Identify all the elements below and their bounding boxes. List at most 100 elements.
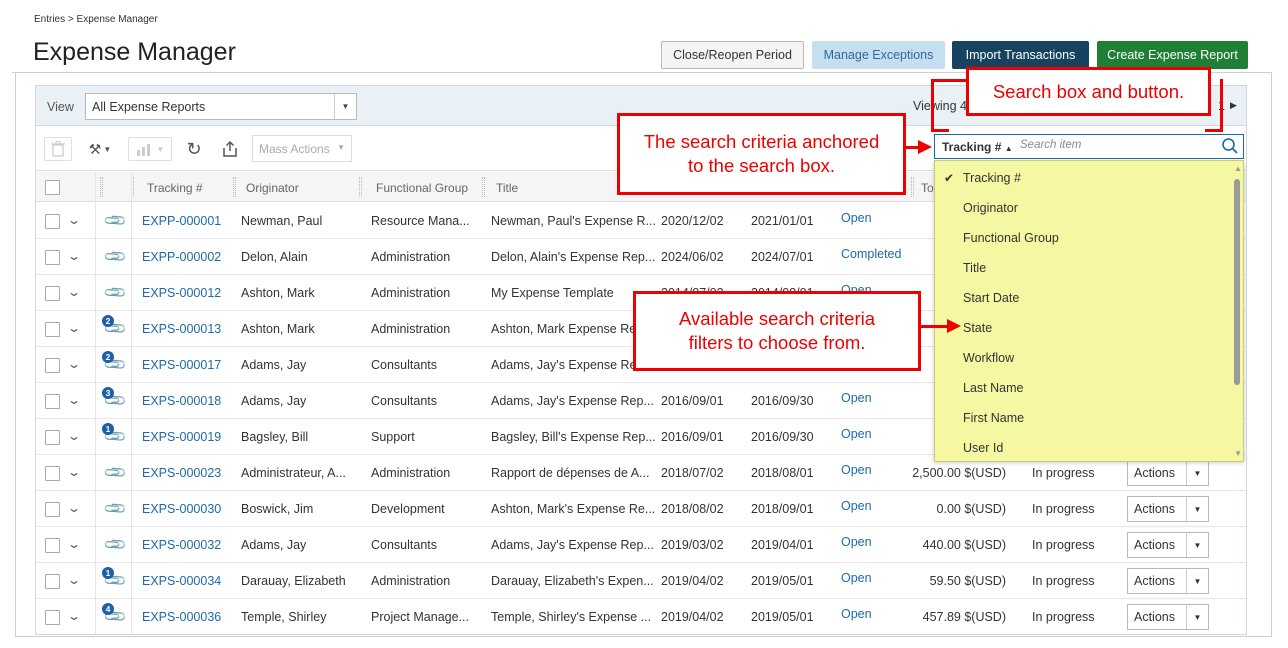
state-link[interactable]: Open — [841, 391, 872, 405]
search-criteria-option[interactable]: Originator — [963, 201, 1018, 215]
tracking-link[interactable]: EXPS-000034 — [142, 574, 222, 588]
caret-down-icon[interactable]: ▼ — [1186, 497, 1208, 521]
column-resize-handle[interactable] — [233, 177, 236, 197]
paperclip-icon[interactable]: 📎 — [102, 532, 128, 557]
column-header-tracking[interactable]: Tracking # — [147, 181, 203, 195]
tracking-link[interactable]: EXPS-000036 — [142, 610, 222, 624]
row-checkbox[interactable] — [45, 214, 60, 229]
paperclip-icon[interactable]: 📎 — [102, 244, 128, 269]
table-row[interactable]: ⌄ 📎 4 EXPS-000036 Temple, Shirley Project Man… — [36, 599, 1246, 634]
search-criteria-option[interactable]: Start Date — [963, 291, 1019, 305]
close-reopen-period-button[interactable]: Close/Reopen Period — [661, 41, 804, 69]
table-row[interactable]: ⌄ 📎 1 EXPS-000034 Darauay, Elizabeth Administ… — [36, 563, 1246, 599]
chevron-down-icon[interactable]: ⌄ — [67, 321, 81, 335]
state-link[interactable]: Open — [841, 427, 872, 441]
chevron-down-icon[interactable]: ⌄ — [67, 573, 81, 587]
table-row[interactable]: ⌄ 📎 EXPS-000030 Boswick, Jim Development Asht… — [36, 491, 1246, 527]
column-resize-handle[interactable] — [482, 177, 485, 197]
import-transactions-button[interactable]: Import Transactions — [952, 41, 1089, 69]
next-page-icon[interactable]: ▶ — [1230, 100, 1237, 111]
column-header-total[interactable]: To — [921, 181, 934, 195]
actions-dropdown[interactable]: Actions ▼ — [1127, 568, 1209, 594]
chevron-down-icon[interactable]: ⌄ — [67, 249, 81, 263]
tracking-link[interactable]: EXPS-000018 — [142, 394, 222, 408]
chevron-down-icon[interactable]: ⌄ — [67, 465, 81, 479]
state-link[interactable]: Open — [841, 211, 872, 225]
manage-exceptions-button[interactable]: Manage Exceptions — [812, 41, 945, 69]
search-icon[interactable] — [1221, 137, 1239, 155]
tracking-link[interactable]: EXPS-000012 — [142, 286, 222, 300]
column-header-title[interactable]: Title — [496, 181, 518, 195]
row-checkbox[interactable] — [45, 322, 60, 337]
actions-dropdown[interactable]: Actions ▼ — [1127, 604, 1209, 630]
search-criteria-option[interactable]: Tracking # — [963, 171, 1021, 185]
row-checkbox[interactable] — [45, 286, 60, 301]
tracking-link[interactable]: EXPS-000032 — [142, 538, 222, 552]
create-expense-report-button[interactable]: Create Expense Report — [1097, 41, 1248, 69]
select-all-checkbox[interactable] — [45, 180, 60, 195]
scroll-up-icon[interactable]: ▲ — [1234, 164, 1242, 173]
scroll-down-icon[interactable]: ▼ — [1234, 449, 1242, 458]
search-criteria-option[interactable]: Functional Group — [963, 231, 1059, 245]
row-checkbox[interactable] — [45, 574, 60, 589]
search-criteria-selector[interactable]: Tracking # ▲ — [942, 140, 1013, 154]
chevron-down-icon[interactable]: ⌄ — [67, 501, 81, 515]
row-checkbox[interactable] — [45, 250, 60, 265]
scrollbar[interactable] — [1234, 179, 1240, 385]
tracking-link[interactable]: EXPS-000030 — [142, 502, 222, 516]
state-link[interactable]: Open — [841, 463, 872, 477]
chevron-down-icon[interactable]: ⌄ — [67, 213, 81, 227]
search-input[interactable] — [1020, 139, 1210, 151]
caret-down-icon[interactable]: ▼ — [1186, 533, 1208, 557]
paperclip-icon[interactable]: 📎 — [102, 460, 128, 485]
state-link[interactable]: Open — [841, 499, 872, 513]
actions-dropdown[interactable]: Actions ▼ — [1127, 496, 1209, 522]
breadcrumb[interactable]: Entries > Expense Manager — [34, 14, 158, 25]
refresh-icon[interactable]: ↻ — [182, 137, 206, 161]
caret-down-icon[interactable]: ▼ — [1186, 461, 1208, 485]
search-criteria-option[interactable]: User Id — [963, 441, 1003, 455]
row-checkbox[interactable] — [45, 358, 60, 373]
tracking-link[interactable]: EXPP-000002 — [142, 250, 222, 264]
export-icon[interactable] — [218, 137, 242, 161]
row-checkbox[interactable] — [45, 610, 60, 625]
view-select[interactable]: All Expense Reports ▼ — [85, 93, 357, 120]
caret-down-icon[interactable]: ▼ — [1186, 569, 1208, 593]
column-resize-handle[interactable] — [359, 177, 362, 197]
paperclip-icon[interactable]: 📎 — [102, 208, 128, 233]
tools-icon[interactable]: ⚒ ▼ — [82, 137, 118, 161]
column-header-functional-group[interactable]: Functional Group — [376, 181, 468, 195]
state-link[interactable]: Open — [841, 535, 872, 549]
row-checkbox[interactable] — [45, 502, 60, 517]
tracking-link[interactable]: EXPS-000013 — [142, 322, 222, 336]
caret-down-icon[interactable]: ▼ — [1186, 605, 1208, 629]
search-criteria-option[interactable]: State — [963, 321, 992, 335]
state-link[interactable]: Open — [841, 607, 872, 621]
search-criteria-option[interactable]: Title — [963, 261, 986, 275]
tracking-link[interactable]: EXPS-000017 — [142, 358, 222, 372]
paperclip-icon[interactable]: 📎 — [102, 280, 128, 305]
search-criteria-option[interactable]: Workflow — [963, 351, 1014, 365]
column-resize-handle[interactable] — [100, 177, 103, 197]
mass-actions-dropdown[interactable]: Mass Actions ▼ — [252, 135, 352, 162]
paperclip-icon[interactable]: 📎 — [102, 496, 128, 521]
row-checkbox[interactable] — [45, 394, 60, 409]
search-criteria-option[interactable]: First Name — [963, 411, 1024, 425]
trash-icon[interactable] — [44, 137, 72, 161]
tracking-link[interactable]: EXPP-000001 — [142, 214, 222, 228]
chart-icon[interactable]: ▼ — [128, 137, 172, 161]
actions-dropdown[interactable]: Actions ▼ — [1127, 460, 1209, 486]
chevron-down-icon[interactable]: ⌄ — [67, 393, 81, 407]
chevron-down-icon[interactable]: ⌄ — [67, 609, 81, 623]
state-link[interactable]: Open — [841, 571, 872, 585]
row-checkbox[interactable] — [45, 430, 60, 445]
actions-dropdown[interactable]: Actions ▼ — [1127, 532, 1209, 558]
column-header-originator[interactable]: Originator — [246, 181, 299, 195]
table-row[interactable]: ⌄ 📎 EXPS-000032 Adams, Jay Consultants Adams,… — [36, 527, 1246, 563]
state-link[interactable]: Completed — [841, 247, 902, 261]
chevron-down-icon[interactable]: ⌄ — [67, 357, 81, 371]
row-checkbox[interactable] — [45, 466, 60, 481]
tracking-link[interactable]: EXPS-000023 — [142, 466, 222, 480]
tracking-link[interactable]: EXPS-000019 — [142, 430, 222, 444]
caret-down-icon[interactable]: ▼ — [334, 94, 356, 119]
